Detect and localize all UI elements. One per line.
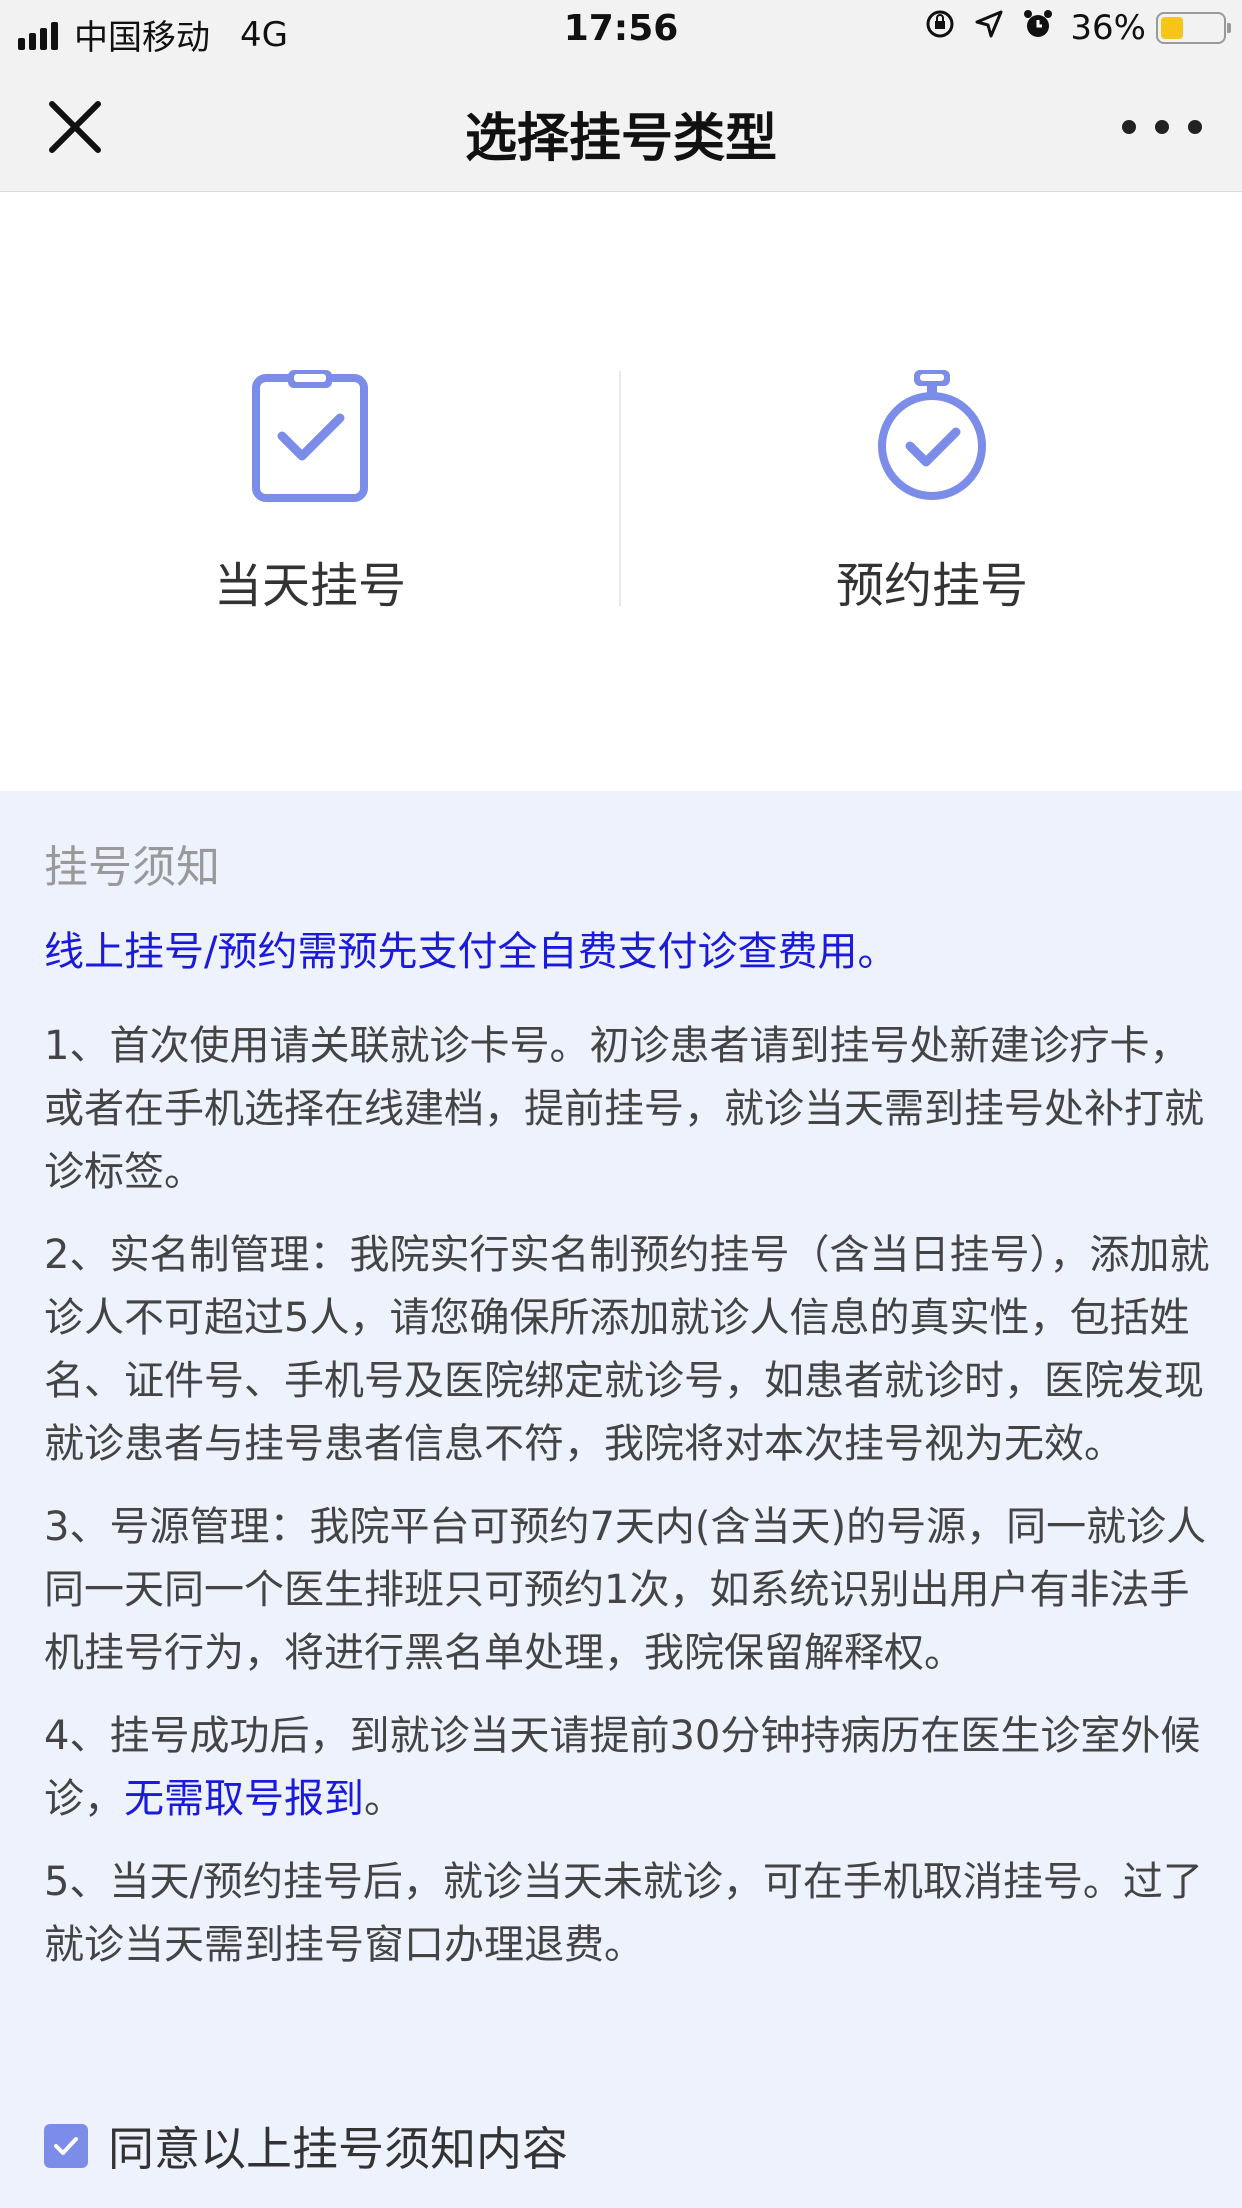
notice-highlight: 线上挂号/预约需预先支付全自费支付诊查费用。: [44, 929, 898, 975]
check-icon: [54, 2137, 78, 2155]
option-label-appointment: 预约挂号: [835, 558, 1028, 614]
divider: [619, 371, 621, 606]
rotation-lock-icon: [924, 8, 956, 48]
alarm-icon: [1022, 8, 1054, 48]
notice-item-4: 4、挂号成功后，到就诊当天请提前30分钟持病历在医生诊室外候诊，无需取号报到。: [44, 1705, 1210, 1831]
clipboard-check-icon: [252, 370, 368, 502]
option-same-day[interactable]: 当天挂号: [0, 368, 620, 628]
status-bar: 中国移动 4G 17:56 36%: [0, 0, 1242, 62]
notice-items: 1、首次使用请关联就诊卡号。初诊患者请到挂号处新建诊疗卡，或者在手机选择在线建档…: [44, 1015, 1210, 1997]
stopwatch-check-icon: [878, 370, 986, 500]
battery-fill: [1161, 17, 1183, 39]
option-label-same-day: 当天挂号: [213, 558, 406, 614]
agree-label: 同意以上挂号须知内容: [108, 2122, 568, 2176]
agree-checkbox-row[interactable]: 同意以上挂号须知内容: [44, 2113, 568, 2179]
close-button[interactable]: [40, 92, 110, 162]
agree-checkbox[interactable]: [44, 2124, 88, 2168]
battery-percentage: 36%: [1070, 8, 1146, 48]
nav-bar: 选择挂号类型: [0, 62, 1242, 192]
registration-type-options: 当天挂号 预约挂号: [0, 193, 1242, 791]
battery-icon: [1156, 12, 1231, 44]
notice-item-5: 5、当天/预约挂号后，就诊当天未就诊，可在手机取消挂号。过了就诊当天需到挂号窗口…: [44, 1859, 1203, 1968]
close-icon: [49, 101, 101, 153]
registration-notice: 挂号须知 线上挂号/预约需预先支付全自费支付诊查费用。 1、首次使用请关联就诊卡…: [0, 791, 1242, 2208]
notice-item-1: 1、首次使用请关联就诊卡号。初诊患者请到挂号处新建诊疗卡，或者在手机选择在线建档…: [44, 1023, 1204, 1195]
notice-item-2: 2、实名制管理：我院实行实名制预约挂号（含当日挂号），添加就诊人不可超过5人，请…: [44, 1232, 1210, 1467]
more-button[interactable]: [1122, 102, 1202, 152]
location-icon: [974, 9, 1004, 47]
status-right: 36%: [906, 8, 1231, 48]
notice-item-3: 3、号源管理：我院平台可预约7天内(含当天)的号源，同一就诊人同一天同一个医生排…: [44, 1504, 1207, 1676]
option-appointment[interactable]: 预约挂号: [622, 368, 1242, 628]
notice-title: 挂号须知: [44, 842, 220, 893]
no-checkin-highlight: 无需取号报到: [124, 1776, 364, 1822]
page-title: 选择挂号类型: [464, 109, 777, 169]
more-icon: [1122, 120, 1136, 134]
notice-item-4-suffix: 。: [364, 1776, 404, 1822]
